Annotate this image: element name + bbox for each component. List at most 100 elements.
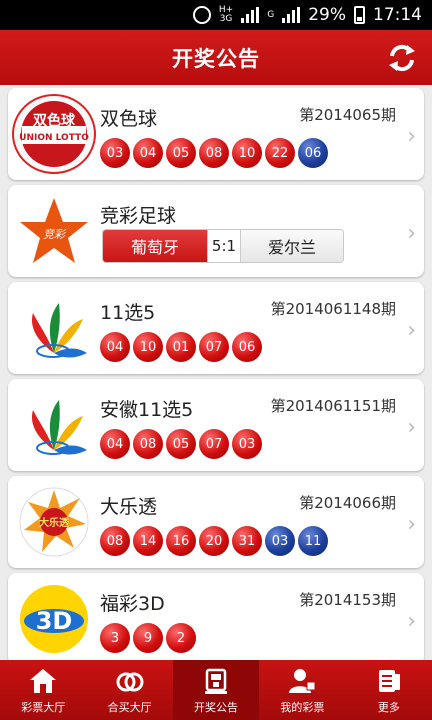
blue-ball: 06 <box>298 138 328 168</box>
nav-lottery-hall[interactable]: 彩票大厅 <box>0 660 86 720</box>
red-ball: 01 <box>166 332 196 362</box>
chevron-right-icon: › <box>407 318 416 343</box>
red-ball: 03 <box>100 138 130 168</box>
lottery-issue: 第2014061151期 <box>270 397 396 415</box>
lottery-card-ssq[interactable]: 双色球 UNION LOTTO 双色球 第2014065期 03 04 05 08 10… <box>8 88 424 180</box>
lottery-name: 安徽11选5 <box>100 399 194 421</box>
ball-row: 04 10 01 07 06 <box>100 332 262 362</box>
more-icon <box>378 670 400 692</box>
red-ball: 08 <box>199 138 229 168</box>
network-type: H+ 3G <box>218 5 234 24</box>
nav-label: 彩票大厅 <box>21 701 66 714</box>
home-icon <box>30 669 57 693</box>
11x5-logo <box>12 288 96 368</box>
swirl-logo-icon <box>31 400 87 455</box>
red-ball: 3 <box>100 623 130 653</box>
lottery-card-dlt[interactable]: 大乐透 大乐透 第2014066期 08 14 16 20 31 03 11 › <box>8 476 424 568</box>
nav-group-buy[interactable]: 合买大厅 <box>86 660 172 720</box>
refresh-icon[interactable] <box>386 42 418 74</box>
svg-text:UNION LOTTO: UNION LOTTO <box>19 133 89 143</box>
signal-icon <box>241 7 260 23</box>
lottery-name: 竞彩足球 <box>100 205 177 227</box>
red-ball: 2 <box>166 623 196 653</box>
red-ball: 10 <box>133 332 163 362</box>
bottom-nav: 彩票大厅 合买大厅 开奖公告 我的彩票 更多 <box>0 660 432 720</box>
chevron-right-icon: › <box>407 512 416 537</box>
lottery-card-11x5[interactable]: 11选5 第2014061148期 04 10 01 07 06 › <box>8 282 424 374</box>
lottery-name: 福彩3D <box>100 593 165 615</box>
dlt-logo: 大乐透 <box>12 482 96 562</box>
red-ball: 9 <box>133 623 163 653</box>
clock: 17:14 <box>373 5 422 25</box>
home-team: 葡萄牙 <box>103 230 207 262</box>
fc3d-logo: 3D <box>12 579 96 659</box>
ssq-logo-icon: 双色球 UNION LOTTO <box>19 101 89 167</box>
lottery-issue: 第2014065期 <box>299 106 396 124</box>
network-type-2: G <box>267 9 275 20</box>
lottery-list: 双色球 UNION LOTTO 双色球 第2014065期 03 04 05 08 10… <box>0 88 432 660</box>
lottery-card-jczq[interactable]: 竞彩 竞彩足球 葡萄牙 5:1 爱尔兰 › <box>8 185 424 277</box>
match-score: 5:1 <box>207 230 241 262</box>
lottery-card-fc3d[interactable]: 3D 福彩3D 第2014153期 392 › <box>8 573 424 660</box>
svg-text:3D: 3D <box>36 607 73 635</box>
fc3d-logo-icon: 3D <box>20 585 88 653</box>
lottery-issue: 第2014066期 <box>299 494 396 512</box>
chevron-right-icon: › <box>407 415 416 440</box>
chevron-right-icon: › <box>407 609 416 634</box>
nav-label: 合买大厅 <box>107 701 152 714</box>
red-ball: 14 <box>133 526 163 556</box>
nav-label: 更多 <box>377 701 400 714</box>
ball-row: 08 14 16 20 31 03 11 <box>100 526 328 556</box>
red-ball: 05 <box>166 138 196 168</box>
nav-label: 我的彩票 <box>280 701 325 714</box>
swirl-logo-icon <box>31 303 87 358</box>
battery-percent: 29% <box>308 5 346 25</box>
lottery-name: 11选5 <box>100 302 156 324</box>
blue-ball: 03 <box>265 526 295 556</box>
chevron-right-icon: › <box>407 221 416 246</box>
red-ball: 03 <box>232 429 262 459</box>
blue-ball: 11 <box>298 526 328 556</box>
svg-text:竞彩: 竞彩 <box>43 228 67 241</box>
ball-row: 392 <box>100 623 196 653</box>
ball-row: 04 08 05 07 03 <box>100 429 262 459</box>
red-ball: 07 <box>199 429 229 459</box>
nav-my-lottery[interactable]: 我的彩票 <box>259 660 345 720</box>
red-ball: 06 <box>232 332 262 362</box>
red-ball: 07 <box>199 332 229 362</box>
rings-icon <box>116 672 144 692</box>
ball-row: 03 04 05 08 10 22 06 <box>100 138 328 168</box>
dlt-logo-icon: 大乐透 <box>19 487 89 557</box>
status-bar: H+ 3G G 29% 17:14 <box>0 0 432 30</box>
lottery-issue: 第2014153期 <box>299 591 396 609</box>
svg-text:大乐透: 大乐透 <box>39 516 70 529</box>
red-ball: 08 <box>100 526 130 556</box>
red-ball: 05 <box>166 429 196 459</box>
red-ball: 04 <box>100 332 130 362</box>
battery-icon <box>354 6 365 24</box>
signal-icon-2 <box>282 7 301 23</box>
user-icon <box>289 669 316 693</box>
lottery-name: 大乐透 <box>100 496 158 518</box>
lottery-card-ah11x5[interactable]: 安徽11选5 第2014061151期 04 08 05 07 03 › <box>8 379 424 471</box>
nav-label: 开奖公告 <box>194 701 239 714</box>
nav-draw-results[interactable]: 开奖公告 <box>172 660 260 720</box>
ah11x5-logo <box>12 385 96 465</box>
away-team: 爱尔兰 <box>241 230 343 262</box>
header: 开奖公告 <box>0 30 432 85</box>
star-logo-icon: 竞彩 <box>20 198 88 263</box>
svg-text:双色球: 双色球 <box>33 112 76 129</box>
lottery-name: 双色球 <box>100 108 158 130</box>
jc-logo: 竞彩 <box>12 191 96 271</box>
trophy-icon <box>205 668 228 694</box>
match-result: 葡萄牙 5:1 爱尔兰 <box>102 229 344 263</box>
nav-more[interactable]: 更多 <box>346 660 432 720</box>
red-ball: 31 <box>232 526 262 556</box>
red-ball: 04 <box>133 138 163 168</box>
red-ball: 20 <box>199 526 229 556</box>
ssq-logo: 双色球 UNION LOTTO <box>12 94 96 174</box>
page-title: 开奖公告 <box>172 46 260 71</box>
red-ball: 08 <box>133 429 163 459</box>
red-ball: 04 <box>100 429 130 459</box>
chevron-right-icon: › <box>407 124 416 149</box>
